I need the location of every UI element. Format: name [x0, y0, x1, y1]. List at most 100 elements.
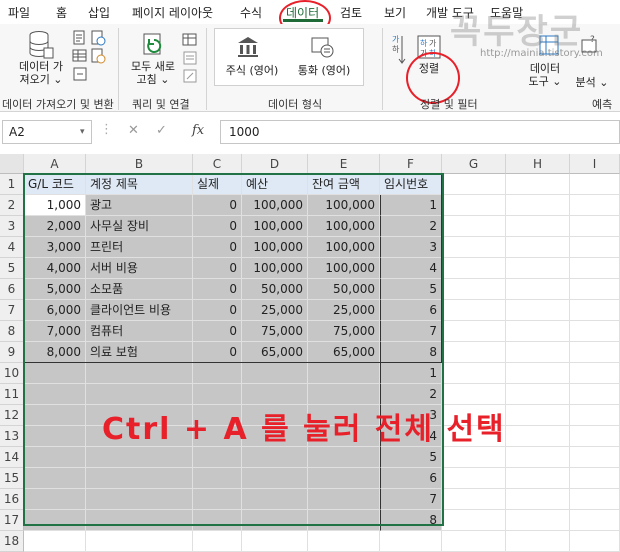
cell[interactable]	[506, 174, 570, 195]
cell[interactable]	[193, 531, 242, 552]
cell[interactable]: 100,000	[308, 216, 380, 237]
cell[interactable]	[506, 468, 570, 489]
cell[interactable]	[442, 384, 506, 405]
tab-formulas[interactable]: 수식	[240, 4, 262, 21]
sort-asc-icon[interactable]: 가하	[390, 32, 406, 71]
edit-links-icon[interactable]	[182, 68, 198, 87]
cell[interactable]: 50,000	[242, 279, 308, 300]
cell[interactable]	[506, 489, 570, 510]
cell[interactable]	[570, 510, 620, 531]
cell[interactable]	[570, 258, 620, 279]
column-header-i[interactable]: I	[570, 154, 620, 174]
cell[interactable]	[242, 510, 308, 531]
column-header-a[interactable]: A	[24, 154, 86, 174]
cell[interactable]	[442, 174, 506, 195]
cell[interactable]	[86, 531, 193, 552]
cell[interactable]	[442, 447, 506, 468]
cell[interactable]: 광고	[86, 195, 193, 216]
row-header[interactable]: 2	[0, 195, 24, 216]
row-header[interactable]: 15	[0, 468, 24, 489]
cell[interactable]	[193, 363, 242, 384]
cell[interactable]	[570, 342, 620, 363]
cell[interactable]	[308, 510, 380, 531]
cell[interactable]	[506, 447, 570, 468]
cell[interactable]	[506, 237, 570, 258]
cell[interactable]: 3	[380, 237, 442, 258]
name-box[interactable]: A2	[2, 120, 92, 144]
cell[interactable]: 8	[380, 342, 442, 363]
tab-review[interactable]: 검토	[340, 4, 362, 21]
cell[interactable]	[442, 468, 506, 489]
cell[interactable]: 100,000	[242, 237, 308, 258]
cell[interactable]: 프린터	[86, 237, 193, 258]
cell[interactable]: 클라이언트 비용	[86, 300, 193, 321]
cell[interactable]: 7,000	[24, 321, 86, 342]
cell[interactable]	[506, 426, 570, 447]
row-header[interactable]: 14	[0, 447, 24, 468]
tab-insert[interactable]: 삽입	[88, 4, 110, 21]
cell[interactable]: 100,000	[308, 195, 380, 216]
properties-icon[interactable]	[182, 50, 198, 69]
cell[interactable]: 6,000	[24, 300, 86, 321]
cell[interactable]: 50,000	[308, 279, 380, 300]
name-box-dropdown-icon[interactable]: ▾	[80, 127, 85, 137]
cell[interactable]: 100,000	[308, 258, 380, 279]
cell[interactable]	[442, 279, 506, 300]
cell[interactable]	[24, 510, 86, 531]
cell[interactable]: 5	[380, 447, 442, 468]
cell[interactable]	[193, 489, 242, 510]
cell[interactable]: 1	[380, 195, 442, 216]
existing-connections-icon[interactable]	[72, 66, 88, 85]
column-header-f[interactable]: F	[380, 154, 442, 174]
queries-icon[interactable]	[182, 32, 198, 51]
cell[interactable]	[570, 447, 620, 468]
cell[interactable]	[308, 384, 380, 405]
cell[interactable]	[570, 426, 620, 447]
cell[interactable]	[442, 489, 506, 510]
refresh-all-button[interactable]: 모두 새로 고침 ⌄	[124, 60, 182, 86]
cell[interactable]	[570, 531, 620, 552]
cell[interactable]: 0	[193, 258, 242, 279]
cell[interactable]: 0	[193, 237, 242, 258]
tab-page-layout[interactable]: 페이지 레이아웃	[132, 4, 213, 21]
column-header-c[interactable]: C	[193, 154, 242, 174]
cell[interactable]	[570, 174, 620, 195]
cell[interactable]	[442, 510, 506, 531]
cell[interactable]	[242, 531, 308, 552]
cell[interactable]	[506, 384, 570, 405]
row-header[interactable]: 8	[0, 321, 24, 342]
table-header-cell[interactable]: 예산	[242, 174, 308, 195]
table-header-cell[interactable]: 잔여 금액	[308, 174, 380, 195]
row-header[interactable]: 5	[0, 258, 24, 279]
cell[interactable]	[442, 342, 506, 363]
cell[interactable]	[442, 531, 506, 552]
cell[interactable]: 0	[193, 195, 242, 216]
analysis-button[interactable]: 분석 ⌄	[570, 76, 614, 89]
table-header-cell[interactable]: 임시번호	[380, 174, 442, 195]
cancel-icon[interactable]: ✕	[128, 123, 139, 138]
cell[interactable]	[506, 342, 570, 363]
cell[interactable]: 1	[380, 363, 442, 384]
cell[interactable]: 2	[380, 384, 442, 405]
cell[interactable]: 0	[193, 279, 242, 300]
cell[interactable]: 의료 보험	[86, 342, 193, 363]
cell[interactable]	[570, 384, 620, 405]
cell[interactable]: 75,000	[242, 321, 308, 342]
row-header[interactable]: 17	[0, 510, 24, 531]
cell[interactable]: 서버 비용	[86, 258, 193, 279]
from-text-icon[interactable]	[72, 30, 88, 49]
cell[interactable]: 75,000	[308, 321, 380, 342]
cell[interactable]: 1,000	[24, 195, 86, 216]
row-header[interactable]: 10	[0, 363, 24, 384]
cell[interactable]: 8,000	[24, 342, 86, 363]
cell[interactable]	[24, 447, 86, 468]
tab-view[interactable]: 보기	[384, 4, 406, 21]
cell[interactable]: 100,000	[242, 216, 308, 237]
row-header[interactable]: 4	[0, 237, 24, 258]
from-web-icon[interactable]	[90, 30, 106, 49]
cell[interactable]	[308, 468, 380, 489]
cell[interactable]: 0	[193, 300, 242, 321]
currency-button[interactable]: 통화 (영어)	[292, 64, 356, 77]
cell[interactable]: 4,000	[24, 258, 86, 279]
cell[interactable]	[24, 426, 86, 447]
